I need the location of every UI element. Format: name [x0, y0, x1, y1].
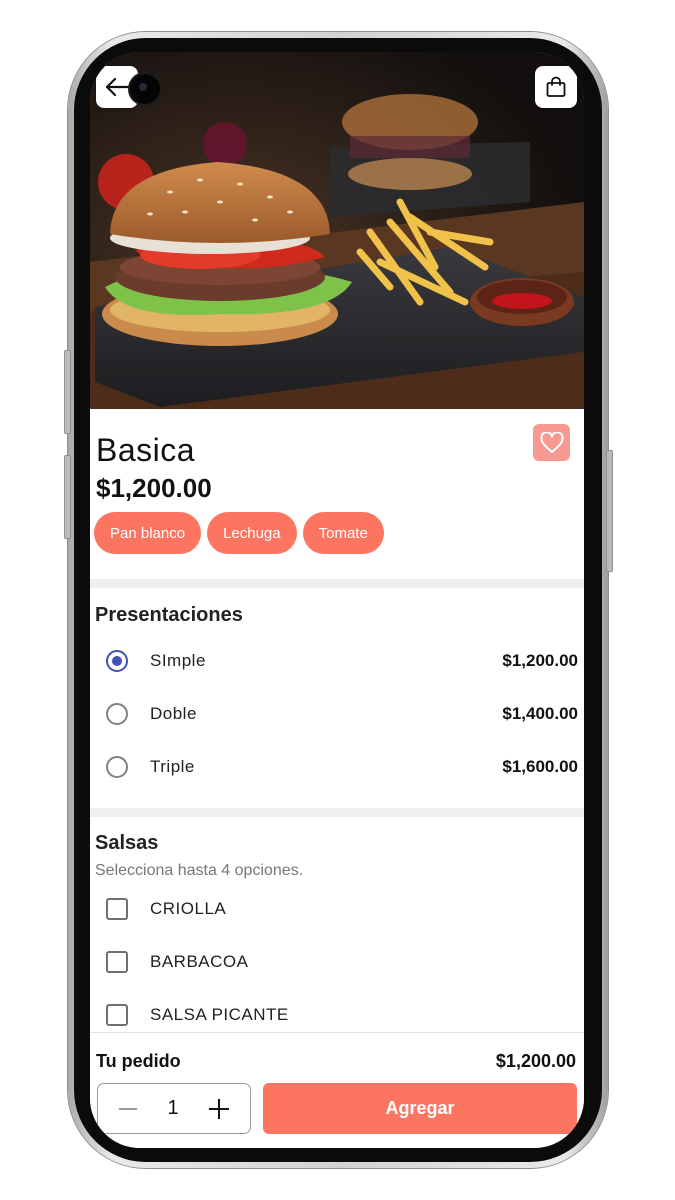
phone-side-button	[606, 450, 613, 572]
plus-icon[interactable]	[208, 1098, 230, 1120]
quantity-stepper: 1	[97, 1083, 251, 1134]
favorite-button[interactable]	[533, 424, 570, 461]
presentaciones-title: Presentaciones	[95, 604, 243, 626]
order-label: Tu pedido	[96, 1051, 181, 1071]
shopping-bag-icon	[546, 76, 566, 97]
option-triple[interactable]: Triple $1,600.00	[106, 749, 578, 785]
sauce-option[interactable]: SALSA PICANTE	[106, 997, 578, 1033]
burger-photo	[90, 52, 584, 409]
cart-button[interactable]	[535, 64, 579, 108]
option-price: $1,400.00	[502, 704, 578, 723]
option-label: Doble	[150, 704, 197, 723]
order-bar: Tu pedido $1,200.00 1 Agregar	[90, 1032, 584, 1148]
option-label: SImple	[150, 651, 206, 670]
ingredient-chip[interactable]: Pan blanco	[94, 512, 202, 554]
option-label: Triple	[150, 757, 195, 776]
sauce-label: BARBACOA	[150, 952, 249, 971]
product-image	[90, 52, 584, 409]
checkbox[interactable]	[106, 1004, 128, 1026]
option-price: $1,200.00	[502, 651, 578, 670]
quantity-value: 1	[167, 1097, 179, 1119]
product-title: Basica	[96, 432, 196, 468]
salsas-title: Salsas	[95, 832, 159, 854]
option-doble[interactable]: Doble $1,400.00	[106, 696, 578, 732]
sauce-label: SALSA PICANTE	[150, 1005, 289, 1024]
ingredient-chips: Pan blanco Lechuga Tomate	[94, 512, 384, 554]
checkbox[interactable]	[106, 898, 128, 920]
ingredient-chip[interactable]: Lechuga	[207, 512, 297, 554]
radio-button-selected[interactable]	[106, 650, 128, 672]
heart-icon	[539, 431, 564, 453]
front-camera	[128, 72, 162, 106]
order-total: $1,200.00	[495, 1051, 576, 1071]
sauce-option[interactable]: BARBACOA	[106, 944, 578, 980]
sauce-label: CRIOLLA	[150, 899, 227, 918]
radio-button[interactable]	[106, 756, 128, 778]
arrow-left-icon	[105, 77, 130, 97]
section-divider	[90, 579, 584, 588]
option-simple[interactable]: SImple $1,200.00	[106, 643, 578, 679]
option-price: $1,600.00	[502, 757, 578, 776]
add-to-order-button[interactable]: Agregar	[263, 1083, 577, 1134]
product-price: $1,200.00	[96, 473, 212, 503]
ingredient-chip[interactable]: Tomate	[302, 512, 384, 554]
sauce-option[interactable]: CRIOLLA	[106, 891, 578, 927]
radio-button[interactable]	[106, 703, 128, 725]
checkbox[interactable]	[106, 951, 128, 973]
app-screen: Basica $1,200.00 Pan blanco Lechuga Toma…	[90, 52, 584, 1148]
phone-side-button	[64, 350, 71, 434]
salsas-subtitle: Selecciona hasta 4 opciones.	[95, 862, 304, 879]
minus-icon[interactable]	[118, 1099, 138, 1119]
section-divider	[90, 808, 584, 817]
phone-side-button	[64, 455, 71, 539]
